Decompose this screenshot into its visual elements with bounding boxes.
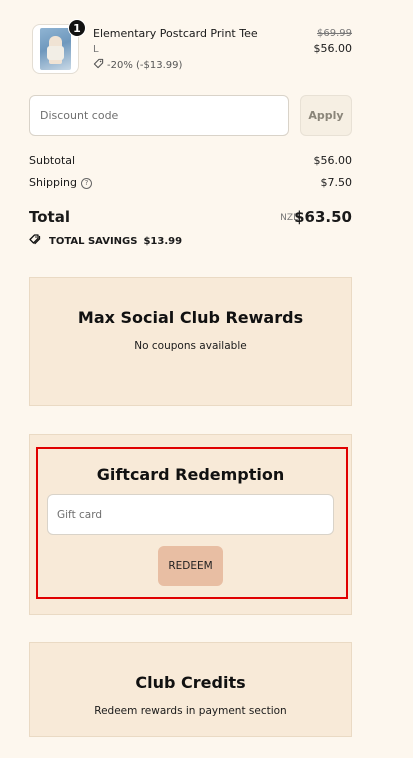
product-name: Elementary Postcard Print Tee [93, 27, 258, 40]
help-circle-icon[interactable]: ? [81, 178, 92, 189]
credits-subtitle: Redeem rewards in payment section [94, 705, 287, 717]
product-discount: -20% (-$13.99) [93, 58, 182, 72]
product-price: $56.00 [313, 42, 353, 55]
total-value: $63.50 [294, 208, 352, 226]
savings-label: TOTAL SAVINGS [49, 235, 138, 247]
rewards-panel: Max Social Club Rewards No coupons avail… [29, 277, 352, 406]
product-discount-label: -20% (-$13.99) [107, 59, 183, 71]
credits-panel: Club Credits Redeem rewards in payment s… [29, 642, 352, 737]
total-savings: TOTAL SAVINGS $13.99 [29, 234, 182, 248]
shipping-value: $7.50 [320, 176, 353, 189]
subtotal-value: $56.00 [313, 154, 353, 167]
total-label: Total [29, 208, 70, 226]
subtotal-label: Subtotal [29, 154, 76, 167]
shipping-label: Shipping [29, 176, 77, 189]
product-variant: L [93, 44, 99, 55]
quantity-badge: 1 [68, 19, 86, 37]
product-original-price: $69.99 [317, 28, 352, 39]
savings-value: $13.99 [143, 235, 183, 247]
tags-icon [29, 234, 43, 248]
tag-icon [93, 58, 104, 72]
redeem-button[interactable]: REDEEM [158, 546, 223, 586]
credits-title: Club Credits [135, 673, 246, 692]
gift-card-input[interactable] [47, 494, 334, 535]
shipping-row: Shipping? [29, 176, 92, 189]
rewards-subtitle: No coupons available [134, 340, 247, 352]
discount-code-input[interactable] [29, 95, 289, 136]
rewards-title: Max Social Club Rewards [77, 308, 304, 327]
apply-discount-button[interactable]: Apply [300, 95, 352, 136]
product-image [40, 28, 71, 70]
